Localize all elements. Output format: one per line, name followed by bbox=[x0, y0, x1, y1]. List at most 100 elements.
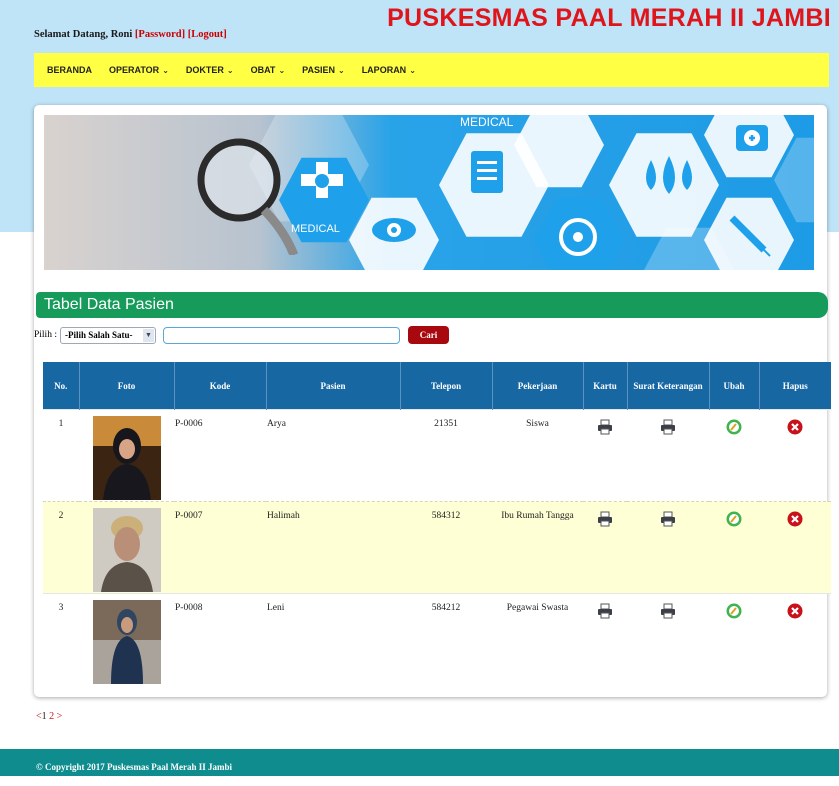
wheelchair-icon bbox=[559, 218, 597, 256]
site-title: PUSKESMAS PAAL MERAH II JAMBI bbox=[387, 4, 831, 32]
col-header-telepon: Telepon bbox=[400, 362, 493, 410]
col-header-no: No. bbox=[43, 362, 80, 410]
welcome-bar: Selamat Datang, Roni [Password] [Logout] bbox=[34, 29, 227, 40]
cell-no: 1 bbox=[43, 409, 79, 502]
nav-label: DOKTER bbox=[185, 65, 224, 75]
chevron-down-icon: ⌄ bbox=[409, 66, 416, 75]
col-header-kode: Kode bbox=[174, 362, 267, 410]
stethoscope-icon bbox=[197, 138, 299, 255]
printer-icon[interactable] bbox=[597, 419, 613, 435]
patient-photo bbox=[92, 416, 161, 500]
footer-copyright: © Copyright 2017 Puskesmas Paal Merah II… bbox=[0, 749, 839, 776]
cell-pekerjaan: Pegawai Swasta bbox=[492, 593, 583, 685]
main-nav: BERANDA OPERATOR ⌄ DOKTER ⌄ OBAT ⌄ PASIEN ⌄ … bbox=[34, 53, 829, 87]
search-button[interactable]: Cari bbox=[407, 326, 449, 344]
logout-link[interactable]: [Logout] bbox=[188, 29, 227, 40]
chevron-down-icon: ⌄ bbox=[162, 66, 169, 75]
banner-word: MEDICAL bbox=[460, 115, 514, 129]
cell-kartu bbox=[583, 593, 627, 685]
cell-kode: P-0008 bbox=[174, 593, 266, 685]
cell-foto bbox=[79, 409, 174, 502]
welcome-text: Selamat Datang, Roni bbox=[34, 29, 133, 40]
edit-icon[interactable] bbox=[726, 419, 742, 435]
cell-foto bbox=[79, 501, 174, 594]
col-header-surat: Surat Keterangan bbox=[627, 362, 710, 410]
cell-hapus bbox=[759, 409, 831, 502]
pagination: <1 2 > bbox=[36, 711, 62, 722]
col-header-kartu: Kartu bbox=[583, 362, 628, 410]
cell-pasien: Arya bbox=[266, 409, 400, 502]
search-input[interactable] bbox=[162, 326, 400, 344]
cell-pasien: Leni bbox=[266, 593, 400, 685]
nav-label: LAPORAN bbox=[361, 65, 407, 75]
chevron-down-icon: ▼ bbox=[142, 328, 154, 342]
search-bar: Pilih : -Pilih Salah Satu- ▼ Cari bbox=[34, 326, 449, 344]
cell-no: 3 bbox=[43, 593, 79, 685]
pagination-page-1: 1 bbox=[41, 711, 47, 722]
table-row: 2 P-0007 Halimah 584312 Ibu Rumah Tangga bbox=[43, 501, 831, 594]
cell-kode: P-0007 bbox=[174, 501, 266, 594]
nav-beranda[interactable]: BERANDA bbox=[47, 65, 92, 75]
password-link[interactable]: [Password] bbox=[135, 29, 185, 40]
clipboard-icon bbox=[471, 151, 503, 193]
cell-kartu bbox=[583, 409, 627, 502]
printer-icon[interactable] bbox=[597, 511, 613, 527]
col-header-ubah: Ubah bbox=[709, 362, 760, 410]
cell-surat bbox=[627, 409, 709, 502]
filter-select[interactable]: -Pilih Salah Satu- ▼ bbox=[59, 326, 156, 344]
pagination-page-2[interactable]: 2 bbox=[49, 711, 54, 722]
nav-pasien[interactable]: PASIEN ⌄ bbox=[302, 65, 345, 75]
search-label: Pilih : bbox=[34, 330, 57, 340]
nav-label: OBAT bbox=[250, 65, 276, 75]
printer-icon[interactable] bbox=[660, 603, 676, 619]
table-row: 3 P-0008 Leni 584212 Pegawai Swasta bbox=[43, 593, 831, 685]
medical-banner: MEDICAL MEDICAL bbox=[44, 115, 814, 270]
chevron-down-icon: ⌄ bbox=[337, 66, 345, 75]
table-header-row: No. Foto Kode Pasien Telepon Pekerjaan K… bbox=[43, 362, 831, 410]
delete-icon[interactable] bbox=[787, 419, 803, 435]
cell-surat bbox=[627, 501, 709, 594]
printer-icon[interactable] bbox=[660, 511, 676, 527]
chevron-down-icon: ⌄ bbox=[226, 66, 234, 75]
delete-icon[interactable] bbox=[787, 511, 803, 527]
patient-photo bbox=[92, 508, 161, 592]
nav-dokter[interactable]: DOKTER ⌄ bbox=[186, 65, 234, 75]
section-title: Tabel Data Pasien bbox=[36, 292, 828, 318]
cell-hapus bbox=[759, 593, 831, 685]
cell-telepon: 584212 bbox=[400, 593, 492, 685]
drops-icon bbox=[646, 156, 692, 194]
nav-label: PASIEN bbox=[302, 65, 335, 75]
cell-ubah bbox=[709, 593, 759, 685]
chevron-down-icon: ⌄ bbox=[278, 66, 286, 75]
cell-pekerjaan: Siswa bbox=[492, 409, 583, 502]
col-header-pekerjaan: Pekerjaan bbox=[492, 362, 584, 410]
table-row: 1 P-0006 Arya 21351 Siswa bbox=[43, 409, 831, 502]
cell-hapus bbox=[759, 501, 831, 594]
col-header-pasien: Pasien bbox=[266, 362, 401, 410]
col-header-hapus: Hapus bbox=[759, 362, 831, 410]
nav-obat[interactable]: OBAT ⌄ bbox=[251, 65, 286, 75]
cell-kode: P-0006 bbox=[174, 409, 266, 502]
delete-icon[interactable] bbox=[787, 603, 803, 619]
cell-telepon: 584312 bbox=[400, 501, 492, 594]
first-aid-icon bbox=[736, 125, 768, 151]
cell-no: 2 bbox=[43, 501, 79, 594]
banner-word: MEDICAL bbox=[291, 223, 340, 235]
cell-telepon: 21351 bbox=[400, 409, 492, 502]
cell-ubah bbox=[709, 501, 759, 594]
printer-icon[interactable] bbox=[660, 419, 676, 435]
cell-ubah bbox=[709, 409, 759, 502]
patient-table: No. Foto Kode Pasien Telepon Pekerjaan K… bbox=[43, 362, 831, 685]
pagination-next[interactable]: > bbox=[57, 711, 63, 722]
edit-icon[interactable] bbox=[726, 511, 742, 527]
patient-photo bbox=[92, 600, 161, 684]
syringe-icon bbox=[729, 215, 771, 257]
cell-kartu bbox=[583, 501, 627, 594]
nav-operator[interactable]: OPERATOR ⌄ bbox=[109, 65, 169, 75]
filter-select-value: -Pilih Salah Satu- bbox=[64, 329, 133, 340]
nav-label: BERANDA bbox=[47, 65, 92, 75]
printer-icon[interactable] bbox=[597, 603, 613, 619]
cell-surat bbox=[627, 593, 709, 685]
edit-icon[interactable] bbox=[726, 603, 742, 619]
nav-laporan[interactable]: LAPORAN ⌄ bbox=[362, 65, 416, 75]
